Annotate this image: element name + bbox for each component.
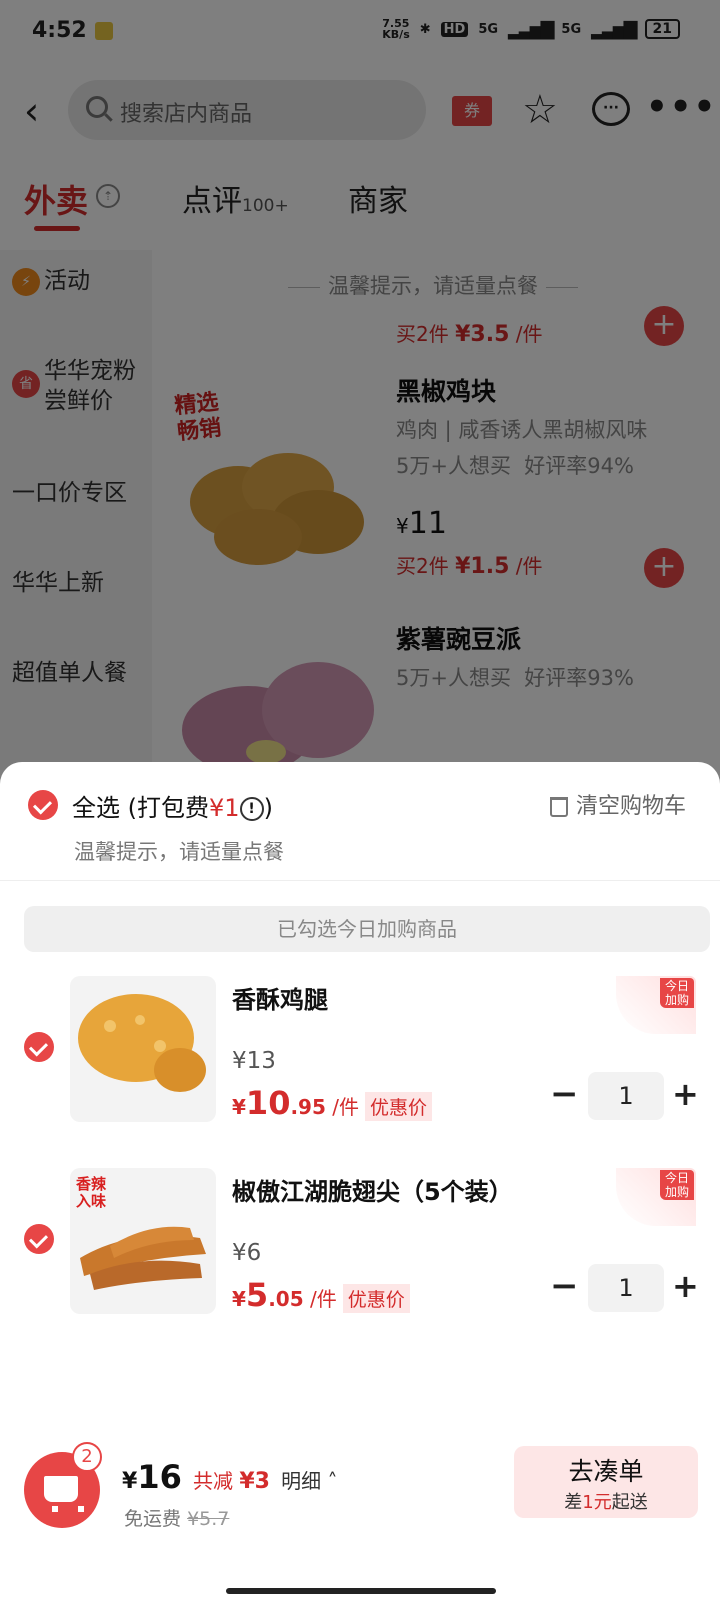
detail-button[interactable]: 明细 ˄ <box>281 1469 337 1493</box>
select-all-checkbox[interactable] <box>28 790 58 820</box>
cart-count-badge: 2 <box>72 1442 102 1472</box>
detail-label: 明细 <box>281 1469 322 1493</box>
deal-dec: .05 <box>268 1287 304 1311</box>
cart-item: 香辣 入味 椒傲江湖脆翅尖（5个装） ¥6 ¥5.05 /件 优惠价 今日 加购 … <box>0 1168 720 1348</box>
today-addon-tag: 今日 加购 <box>616 1168 696 1226</box>
quantity-value[interactable]: 1 <box>588 1264 664 1312</box>
min-order-note: 差1元起送 <box>514 1488 698 1514</box>
today-addon-text: 今日 加购 <box>660 978 694 1008</box>
add-more-label: 去凑单 <box>568 1457 644 1486</box>
pack-fee: ¥1 <box>209 794 240 822</box>
deal-unit: /件 <box>309 1287 337 1311</box>
increase-button[interactable]: + <box>672 1072 699 1116</box>
quantity-value[interactable]: 1 <box>588 1072 664 1120</box>
select-all-label: 全选 (打包费¥1!) <box>72 788 273 823</box>
item-original-price: ¥6 <box>232 1240 262 1266</box>
save-prefix: 共减 <box>192 1469 233 1493</box>
deal-unit: /件 <box>332 1095 359 1119</box>
delivery-fee: 免运费 ¥5.7 <box>124 1504 229 1531</box>
deal-currency: ¥ <box>232 1287 246 1311</box>
min-amount: 1元 <box>582 1492 612 1513</box>
increase-button[interactable]: + <box>672 1264 699 1308</box>
pack-fee-suffix: ) <box>263 794 273 822</box>
decrease-button[interactable]: − <box>550 1264 579 1308</box>
cart-footer: 2 ¥16 共减 ¥3 明细 ˄ 免运费 ¥5.7 去凑单 差1元起送 <box>0 1442 720 1600</box>
delivery-original: ¥5.7 <box>187 1508 230 1530</box>
total-value: 16 <box>137 1458 182 1496</box>
total-savings: 共减 ¥3 <box>192 1469 270 1494</box>
quantity-stepper: − 1 + <box>548 1264 699 1312</box>
deal-label: 优惠价 <box>342 1284 410 1313</box>
chevron-up-icon: ˄ <box>321 1469 338 1493</box>
cart-total: ¥16 共减 ¥3 明细 ˄ <box>122 1458 337 1496</box>
deal-dec: .95 <box>290 1095 326 1119</box>
selected-banner: 已勾选今日加购商品 <box>24 906 710 952</box>
item-image-drumstick <box>70 976 216 1122</box>
deal-int: 10 <box>245 1084 291 1122</box>
item-deal-price: ¥5.05 /件 优惠价 <box>232 1276 410 1314</box>
trash-icon <box>549 797 568 817</box>
save-amount: ¥3 <box>239 1469 270 1494</box>
item-deal-price: ¥10.95 /件 优惠价 <box>232 1084 433 1122</box>
info-icon[interactable]: ! <box>239 797 264 821</box>
cart-tip: 温馨提示，请适量点餐 <box>74 840 284 864</box>
decrease-button[interactable]: − <box>550 1072 579 1116</box>
cart-item: 香酥鸡腿 ¥13 ¥10.95 /件 优惠价 今日 加购 − 1 + <box>0 976 720 1156</box>
item-tag: 香辣 入味 <box>76 1175 107 1210</box>
deal-currency: ¥ <box>232 1095 246 1119</box>
item-original-price: ¥13 <box>232 1048 276 1074</box>
add-more-button[interactable]: 去凑单 差1元起送 <box>514 1446 698 1518</box>
deal-int: 5 <box>245 1276 269 1314</box>
today-addon-text: 今日 加购 <box>660 1170 694 1200</box>
divider <box>0 880 720 881</box>
today-addon-tag: 今日 加购 <box>616 976 696 1034</box>
item-name: 椒傲江湖脆翅尖（5个装） <box>232 1178 513 1206</box>
delivery-prefix: 免运费 <box>124 1508 182 1530</box>
quantity-stepper: − 1 + <box>548 1072 699 1120</box>
min-prefix: 差 <box>564 1492 583 1513</box>
select-all-text: 全选 <box>72 794 120 822</box>
home-indicator[interactable] <box>226 1588 496 1594</box>
deal-label: 优惠价 <box>365 1092 433 1121</box>
clear-cart-button[interactable]: 清空购物车 <box>549 788 686 820</box>
item-checkbox[interactable] <box>24 1224 54 1254</box>
min-suffix: 起送 <box>611 1492 648 1513</box>
cart-sheet: 全选 (打包费¥1!) 清空购物车 温馨提示，请适量点餐 已勾选今日加购商品 香… <box>0 762 720 1600</box>
pack-fee-prefix: (打包费 <box>127 794 210 822</box>
clear-cart-label: 清空购物车 <box>575 794 686 819</box>
item-name: 香酥鸡腿 <box>232 986 328 1014</box>
total-currency: ¥ <box>122 1469 138 1494</box>
item-checkbox[interactable] <box>24 1032 54 1062</box>
